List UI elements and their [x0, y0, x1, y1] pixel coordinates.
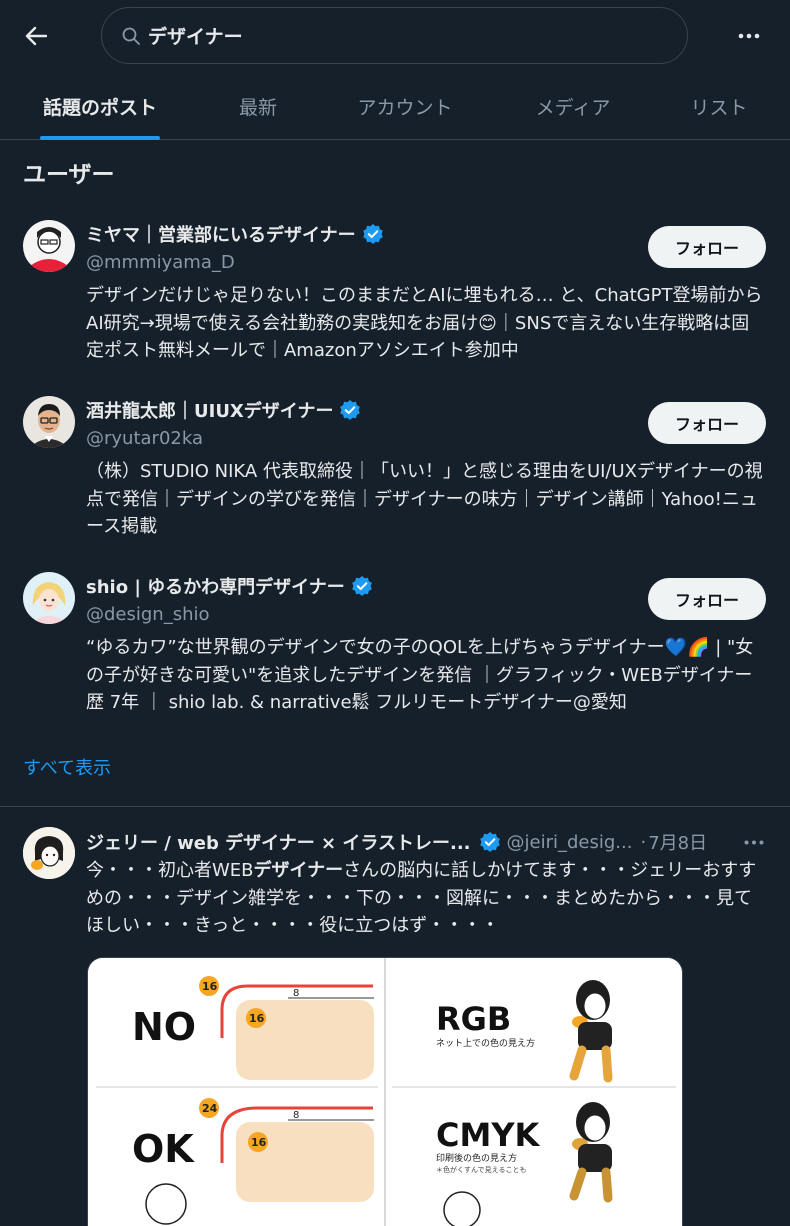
user-name[interactable]: ミヤマ｜営業部にいるデザイナー [86, 221, 384, 247]
more-options-button[interactable] [729, 16, 769, 56]
top-bar [0, 0, 790, 72]
user-bio: デザインだけじゃ足りない！このままだとAIに埋もれる… と、ChatGPT登場前… [86, 285, 763, 361]
more-icon [744, 840, 764, 844]
gap-label: 8 [293, 988, 299, 999]
user-name[interactable]: 酒井龍太郎｜UIUXデザイナー [86, 397, 361, 423]
follow-button[interactable]: フォロー [648, 402, 766, 444]
user-handle[interactable]: @ryutar02ka [86, 428, 203, 449]
radius-badge: 16 [249, 1012, 265, 1025]
radius-badge: 24 [202, 1102, 218, 1115]
rgb-label: RGB [436, 1000, 511, 1038]
user-name[interactable]: shio | ゆるかわ専門デザイナー [86, 573, 373, 599]
search-box[interactable] [101, 7, 688, 64]
avatar[interactable] [23, 220, 75, 272]
ok-label: OK [132, 1127, 195, 1171]
verified-badge-icon [479, 832, 500, 852]
tab-top[interactable]: 話題のポスト [40, 72, 160, 140]
user-bio: （株）STUDIO NIKA 代表取締役｜「いい！」と感じる理由をUI/UXデザ… [86, 461, 763, 537]
more-icon [738, 33, 760, 39]
cmyk-caption: 印刷後の色の見え方 [436, 1152, 517, 1164]
tab-label: メディア [535, 96, 611, 119]
search-input[interactable] [148, 24, 628, 47]
post-more-button[interactable] [742, 832, 766, 852]
cmyk-label: CMYK [436, 1116, 541, 1154]
post-author-handle[interactable]: @jeiri_desig... [507, 832, 633, 853]
post-media-image[interactable]: NO 8 16 16 OK 8 24 16 RGB ネット上での色の見え方 CM… [87, 957, 683, 1226]
avatar[interactable] [23, 572, 75, 624]
post-author-name[interactable]: ジェリー / web デザイナー × イラストレー... [86, 829, 471, 855]
back-button[interactable] [16, 16, 56, 56]
show-all-link[interactable]: すべて表示 [23, 754, 111, 780]
user-handle[interactable]: @mmmiyama_D [86, 252, 235, 273]
no-label: NO [132, 1005, 196, 1049]
verified-badge-icon [352, 576, 372, 596]
active-tab-indicator [40, 136, 160, 140]
user-name-text: 酒井龍太郎｜UIUXデザイナー [86, 401, 334, 422]
user-name-text: shio | ゆるかわ専門デザイナー [86, 577, 345, 598]
tab-media[interactable]: メディア [528, 72, 618, 140]
follow-button[interactable]: フォロー [648, 578, 766, 620]
verified-badge-icon [362, 224, 383, 244]
section-divider [0, 806, 790, 807]
tab-label: 話題のポスト [42, 96, 157, 119]
radius-badge: 16 [202, 980, 218, 993]
post-avatar[interactable] [23, 827, 75, 879]
tab-accounts[interactable]: アカウント [350, 72, 460, 140]
post-text-before: 今・・・初心者WEB [86, 860, 254, 881]
tab-lists[interactable]: リスト [684, 72, 754, 140]
post-text-highlight: デザイナー [253, 860, 344, 881]
user-bio: “ゆるカワ”な世界観のデザインで女の子のQOLを上げちゃうデザイナー💙🌈 | "… [86, 637, 754, 713]
search-icon [122, 27, 140, 45]
users-section-title: ユーザー [23, 162, 115, 188]
rgb-caption: ネット上での色の見え方 [436, 1037, 535, 1049]
tab-label: 最新 [238, 96, 277, 119]
post-separator: · [640, 831, 647, 853]
follow-button[interactable]: フォロー [648, 226, 766, 268]
radius-badge: 16 [251, 1136, 267, 1149]
user-name-text: ミヤマ｜営業部にいるデザイナー [86, 225, 356, 246]
gap-label: 8 [293, 1110, 299, 1121]
post-date[interactable]: 7月8日 [648, 829, 707, 855]
post-header: ジェリー / web デザイナー × イラストレー... @jeiri_desi… [86, 828, 707, 856]
search-tabs: 話題のポスト 最新 アカウント メディア リスト [0, 72, 790, 140]
tab-label: アカウント [357, 96, 453, 119]
tab-latest[interactable]: 最新 [224, 72, 292, 140]
tab-label: リスト [690, 96, 748, 119]
user-handle[interactable]: @design_shio [86, 604, 210, 625]
avatar[interactable] [23, 396, 75, 448]
cmyk-note: ＊色がくすんで見えることも [436, 1165, 526, 1174]
verified-badge-icon [340, 400, 361, 420]
post-text: 今・・・初心者WEBデザイナーさんの脳内に話しかけてます・・・ジェリーおすすめの… [86, 857, 766, 940]
back-arrow-icon [25, 26, 47, 46]
